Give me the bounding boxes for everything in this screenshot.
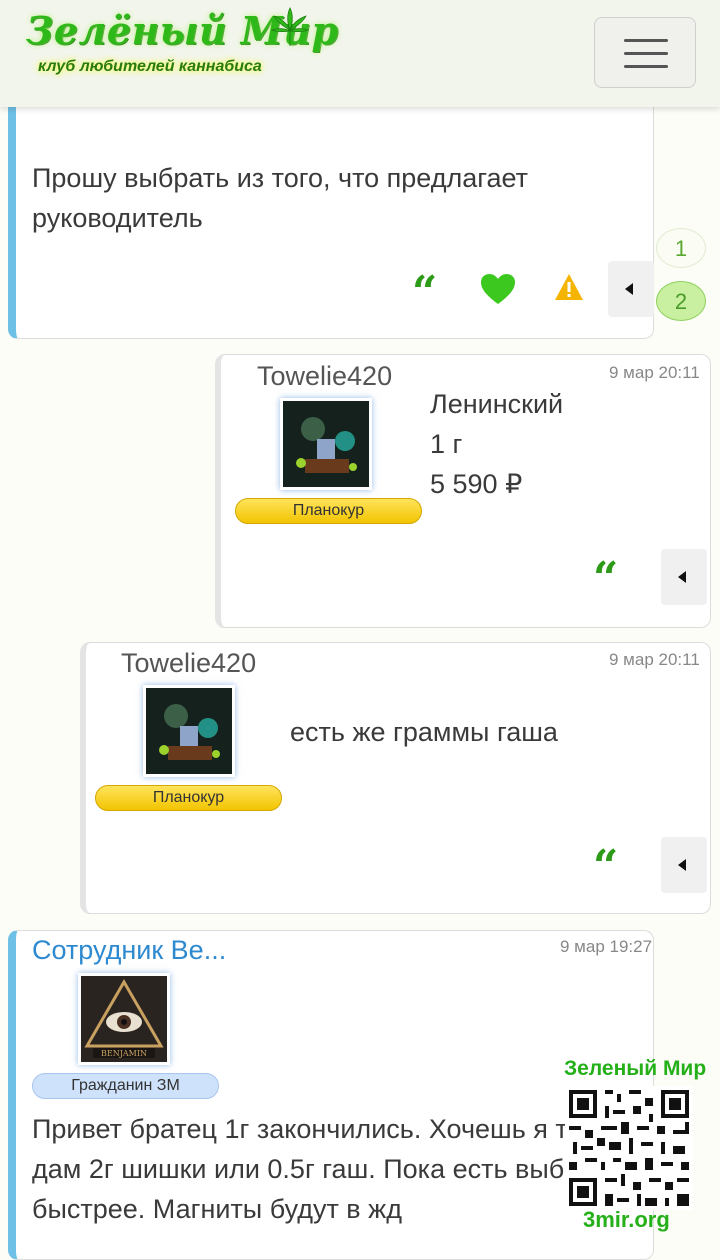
post-author[interactable]: Сотрудник Be... <box>32 935 226 966</box>
post-2: Towelie420 9 мар 20:11 Планокур Ленински… <box>215 354 711 628</box>
svg-text:BENJAMIN: BENJAMIN <box>101 1049 147 1058</box>
back-button[interactable] <box>661 549 707 605</box>
post-text-line: 1 г <box>430 429 463 459</box>
post-4: Сотрудник Be... 9 мар 19:27 BENJAMIN Гра… <box>8 930 654 1260</box>
back-button[interactable] <box>608 261 654 317</box>
user-rank-badge: Планокур <box>235 498 422 524</box>
post-author[interactable]: Towelie420 <box>257 361 392 392</box>
quote-icon[interactable]: “ <box>593 845 618 889</box>
page-1-link[interactable]: 1 <box>656 228 706 268</box>
qr-code-icon[interactable] <box>565 1086 693 1210</box>
post-text: Прошу выбрать из того, что предлагает ру… <box>32 158 632 238</box>
avatar-image: BENJAMIN <box>81 976 167 1062</box>
avatar[interactable] <box>280 398 372 490</box>
post-time[interactable]: 9 мар 19:27 <box>560 937 652 957</box>
site-header: Зелёный Мир клуб любителей каннабиса <box>0 0 720 107</box>
quote-icon[interactable]: “ <box>593 557 618 601</box>
hamburger-line <box>624 52 668 55</box>
quote-icon[interactable]: “ <box>412 271 437 315</box>
avatar[interactable] <box>143 685 235 777</box>
post-text-line: руководитель <box>32 203 203 233</box>
menu-button[interactable] <box>594 17 696 88</box>
post-3: Towelie420 9 мар 20:11 Планокур есть же … <box>80 642 711 914</box>
hamburger-icon <box>624 39 668 42</box>
heart-icon[interactable] <box>480 273 516 305</box>
avatar[interactable]: BENJAMIN <box>78 973 170 1065</box>
cannabis-leaf-icon <box>270 7 310 46</box>
post-author[interactable]: Towelie420 <box>121 648 256 679</box>
post-text-line: быстрее. Магниты будут в жд <box>32 1194 402 1224</box>
post-text: Ленинский 1 г 5 590 ₽ <box>430 384 563 504</box>
post-text-line: Прошу выбрать из того, что предлагает <box>32 163 528 193</box>
post-text: Привет братец 1г закончились. Хочешь я т… <box>32 1109 654 1229</box>
avatar-image <box>283 401 369 487</box>
back-button[interactable] <box>661 837 707 893</box>
post-time[interactable]: 9 мар 20:11 <box>609 650 700 670</box>
user-rank-badge: Планокур <box>95 785 282 811</box>
post-1: Прошу выбрать из того, что предлагает ру… <box>8 80 654 339</box>
post-time[interactable]: 9 мар 20:11 <box>609 363 700 383</box>
qr-url[interactable]: 3mir.org <box>583 1207 670 1233</box>
qr-title: Зеленый Мир <box>564 1057 707 1080</box>
post-text: есть же граммы гаша <box>290 717 558 747</box>
post-text-line: дам 2г шишки или 0.5г гаш. Пока есть выб… <box>32 1154 580 1184</box>
post-text-line: Привет братец 1г закончились. Хочешь я т… <box>32 1114 583 1144</box>
hamburger-line <box>624 65 668 68</box>
user-rank-badge: Гражданин ЗМ <box>32 1073 219 1099</box>
avatar-image <box>146 688 232 774</box>
post-text-line: Ленинский <box>430 389 564 419</box>
post-text-line: 5 590 ₽ <box>430 469 523 499</box>
logo-subtitle: клуб любителей каннабиса <box>38 58 262 75</box>
warning-icon[interactable] <box>554 273 584 301</box>
page-2-link-active[interactable]: 2 <box>656 281 706 321</box>
